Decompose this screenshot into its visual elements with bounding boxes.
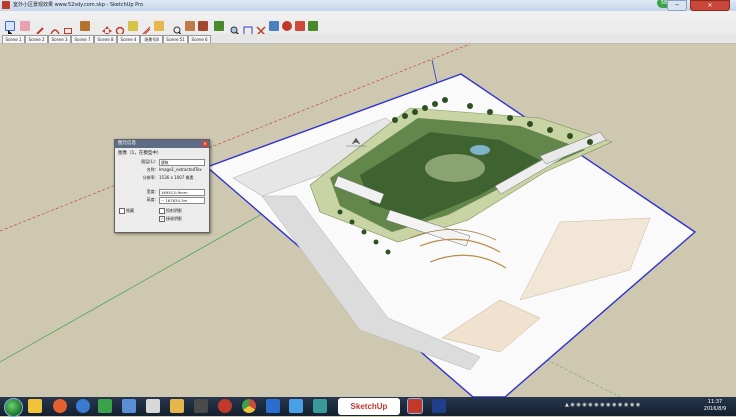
tools-icon[interactable]	[122, 399, 136, 413]
scene-tabs-bar: Scene 1 Scene 2 Scene 3 Scene 7 Scene 8 …	[0, 34, 736, 44]
sketchup-app-icon	[2, 1, 10, 9]
central-lawn	[425, 154, 485, 182]
tab-scene-1[interactable]: Scene 1	[2, 35, 25, 43]
layer-label: 图层(L):	[141, 159, 156, 164]
width-label: 宽度:	[146, 189, 156, 194]
cast-shadow-label: 投射阴影	[166, 208, 182, 213]
tab-scene-7[interactable]: Scene 7	[71, 35, 94, 43]
system-tray[interactable]: ▲ ◉ ◉ ◉ ◉ ◉ ◉ ◉ ◉ ◉ ◉ ◉ ◉	[565, 402, 695, 410]
clock-time: 11:37	[707, 399, 723, 405]
resolution-value: 1536 x 1007 像素	[159, 175, 194, 180]
entity-info-title: 图像（1，在模型中）	[118, 151, 162, 156]
pan-icon[interactable]	[214, 21, 224, 31]
cast-shadow-checkbox[interactable]: 投射阴影	[159, 207, 182, 215]
name-label: 名称:	[146, 167, 156, 172]
main-toolbar	[0, 19, 736, 37]
zoom-extents-icon[interactable]	[256, 21, 266, 36]
eraser-icon[interactable]	[20, 21, 30, 31]
water-feature	[470, 145, 490, 155]
layer-select[interactable]: 建筑	[159, 159, 205, 166]
clock-date: 2016/8/9	[703, 406, 727, 412]
tab-scene-3[interactable]: Scene 3	[48, 35, 71, 43]
explorer-icon[interactable]	[28, 399, 42, 413]
select-icon[interactable]	[5, 21, 15, 37]
wps-word-icon[interactable]	[266, 399, 280, 413]
tape-measure-icon[interactable]	[154, 21, 164, 31]
photoshop-icon[interactable]	[432, 399, 446, 413]
rotate-icon[interactable]	[115, 21, 125, 36]
sketchup-taskbar-logo[interactable]: SketchUp	[338, 398, 400, 415]
entity-info-header-label: 图元信息	[118, 141, 136, 146]
thunder-icon[interactable]	[289, 399, 303, 413]
hidden-label: 隐藏	[126, 208, 134, 213]
chat-icon[interactable]	[146, 399, 160, 413]
start-button[interactable]	[4, 398, 23, 417]
hidden-checkbox[interactable]: 隐藏	[119, 207, 134, 215]
receive-shadow-check-icon[interactable]: ✓	[159, 216, 165, 222]
site-plan-model	[0, 44, 697, 397]
receive-shadow-checkbox[interactable]: ✓ 接收阴影	[159, 215, 182, 223]
height-row: 高度: ~ 167634.3m	[115, 196, 209, 204]
cast-shadow-checkbox-box[interactable]	[159, 208, 165, 214]
push-pull-icon[interactable]	[80, 21, 90, 31]
text-icon[interactable]	[172, 21, 182, 36]
zoom-icon[interactable]	[230, 21, 240, 36]
orbit-icon[interactable]	[198, 21, 208, 31]
entity-info-header[interactable]: 图元信息 ✕	[115, 140, 209, 148]
components-icon[interactable]	[295, 21, 305, 31]
name-value[interactable]: Image1_extractedTex	[159, 166, 205, 174]
height-field[interactable]: ~ 167634.3m	[159, 197, 205, 204]
resolution-row: 分辨率: 1536 x 1007 像素	[115, 174, 209, 182]
video-icon[interactable]	[194, 399, 208, 413]
offset-icon[interactable]	[141, 21, 151, 36]
paint-bucket-icon[interactable]	[185, 21, 195, 31]
tab-scene-6[interactable]: Scene 6	[188, 35, 211, 43]
entity-info-panel: 图元信息 ✕ 图像（1，在模型中） 图层(L): 建筑 名称: Image1_e…	[114, 139, 210, 233]
warehouse-icon[interactable]	[269, 21, 279, 31]
chrome-icon[interactable]	[242, 399, 256, 413]
move-icon[interactable]	[102, 21, 112, 36]
green-axis	[0, 213, 263, 363]
name-row: 名称: Image1_extractedTex	[115, 166, 209, 174]
tab-scene-number-8[interactable]: 场景号8	[140, 35, 163, 43]
height-label: 高度:	[146, 197, 156, 202]
tab-scene-51[interactable]: Scene 51	[163, 35, 188, 43]
receive-shadow-row: ✓ 接收阴影	[115, 215, 209, 223]
cad-icon[interactable]	[407, 398, 423, 414]
media-icon[interactable]	[53, 399, 67, 413]
scale-icon[interactable]	[128, 21, 138, 31]
zoom-window-icon[interactable]	[243, 21, 253, 36]
minimize-button[interactable]: ─	[667, 0, 687, 11]
hidden-row: 隐藏 投射阴影	[115, 207, 209, 215]
width-row: 宽度: 169512l.9mm	[115, 188, 209, 196]
model-info-icon[interactable]	[308, 21, 318, 31]
folder-icon[interactable]	[170, 399, 184, 413]
browser-icon[interactable]	[76, 399, 90, 413]
tab-scene-2[interactable]: Scene 2	[25, 35, 48, 43]
hidden-checkbox-box[interactable]	[119, 208, 125, 214]
shapes-icon[interactable]	[63, 21, 73, 34]
width-field[interactable]: 169512l.9mm	[159, 189, 205, 196]
system-clock[interactable]: 11:37 2016/8/9	[697, 399, 733, 413]
layer-row: 图层(L): 建筑	[115, 158, 209, 166]
close-button[interactable]: ✕	[690, 0, 730, 11]
resolution-label: 分辨率:	[142, 175, 156, 180]
tab-scene-4[interactable]: Scene 4	[117, 35, 140, 43]
menu-bar: 文件(F)编辑(E)视图(V)相机(C)绘图(R)工具(T)窗口(W)帮助(H)	[0, 11, 736, 28]
entity-info-close-icon[interactable]: ✕	[202, 141, 208, 147]
windows-taskbar: SketchUp ▲ ◉ ◉ ◉ ◉ ◉ ◉ ◉ ◉ ◉ ◉ ◉ ◉ 11:37…	[0, 397, 736, 417]
antivirus-icon[interactable]	[218, 399, 232, 413]
arc-icon[interactable]	[50, 21, 60, 35]
3dsmax-icon[interactable]	[313, 399, 327, 413]
window-title: 室外小区景观效果 www.52sdy.com.skp - SketchUp Pr…	[13, 2, 144, 8]
tab-scene-8[interactable]: Scene 8	[94, 35, 117, 43]
pencil-icon[interactable]	[35, 21, 45, 35]
receive-shadow-label: 接收阴影	[166, 216, 182, 221]
model-viewport[interactable]	[0, 44, 736, 397]
google-play-icon[interactable]	[98, 399, 112, 413]
extension-icon[interactable]	[282, 21, 292, 31]
